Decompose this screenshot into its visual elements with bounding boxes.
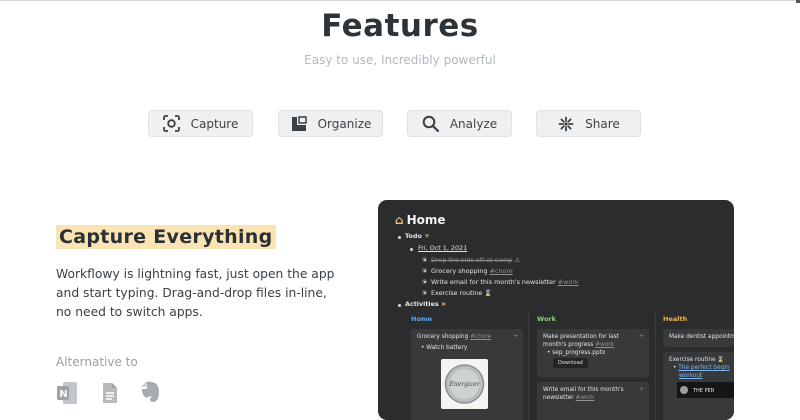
tab-organize-label: Organize xyxy=(317,116,372,131)
workout-link-continued[interactable]: workout xyxy=(679,373,702,379)
bullet[interactable] xyxy=(422,268,427,273)
board-card[interactable]: Make dentist appointm xyxy=(663,329,734,347)
tab-capture-label: Capture xyxy=(190,116,239,131)
tab-organize[interactable]: Organize xyxy=(278,110,383,137)
todo-item[interactable]: Write email for this month's newsletter … xyxy=(431,278,579,286)
bullet[interactable] xyxy=(422,279,427,284)
bullet[interactable] xyxy=(398,236,401,239)
plus-icon[interactable]: + xyxy=(639,333,644,341)
page-title: Features xyxy=(321,8,479,44)
feature-description: Workflowy is lightning fast, just open t… xyxy=(56,267,335,319)
google-docs-icon xyxy=(102,382,118,408)
plus-icon[interactable]: + xyxy=(513,333,518,341)
bullet[interactable] xyxy=(410,248,413,251)
workout-link[interactable]: The perfect begin xyxy=(678,365,729,371)
attachment[interactable]: • sep_progress.pptx xyxy=(543,349,643,357)
feature-heading: Capture Everything xyxy=(56,225,276,249)
tab-analyze-label: Analyze xyxy=(449,116,498,131)
home-icon: ⌂ xyxy=(395,213,404,227)
completed-bullet[interactable] xyxy=(422,257,427,262)
todo-item[interactable]: Grocery shopping #chore xyxy=(431,267,513,275)
tab-analyze[interactable]: Analyze xyxy=(407,110,512,137)
scrollbar-edge[interactable] xyxy=(796,0,800,3)
column-title: Health xyxy=(663,315,688,323)
sun-icon: ☀ xyxy=(424,232,430,240)
app-home-title: ⌂ Home xyxy=(395,213,446,227)
page-subtitle: Easy to use, Incredibly powerful xyxy=(304,53,496,67)
column-title: Home xyxy=(411,315,433,323)
hourglass-icon: ⌛ xyxy=(717,357,725,363)
onenote-icon: N xyxy=(56,380,78,410)
video-thumbnail[interactable]: THE PER xyxy=(677,382,734,398)
card-subitem[interactable]: • Watch battery xyxy=(417,344,517,352)
plus-icon[interactable]: + xyxy=(639,386,644,394)
warning-icon: ⚠ xyxy=(514,256,521,264)
tab-capture[interactable]: Capture xyxy=(148,110,253,137)
todo-item[interactable]: Drop the kids off at camp ⚠ xyxy=(431,256,520,264)
todo-item[interactable]: Exercise routine ⌛ xyxy=(431,289,492,297)
board-card[interactable]: + Write email for this month's newslette… xyxy=(537,382,649,420)
top-border xyxy=(0,0,800,1)
app-preview: ⌂ Home Todo ☀ Fri, Oct 1, 2021 Drop the k… xyxy=(378,200,734,420)
svg-text:Energizer: Energizer xyxy=(448,381,480,388)
board-card[interactable]: Exercise routine ⌛ • The perfect begin w… xyxy=(663,352,734,420)
battery-image[interactable]: Energizer xyxy=(441,359,488,409)
search-icon xyxy=(422,115,440,133)
running-icon: ➤ xyxy=(440,300,447,308)
tab-share-label: Share xyxy=(585,116,620,131)
activities-heading[interactable]: Activities ➤ xyxy=(405,300,446,308)
board-card[interactable]: + Make presentation for last month's pro… xyxy=(537,329,649,377)
svg-text:N: N xyxy=(59,389,67,400)
channel-avatar xyxy=(680,386,688,394)
todo-date[interactable]: Fri, Oct 1, 2021 xyxy=(418,244,467,252)
capture-icon xyxy=(163,115,181,133)
column-title: Work xyxy=(537,315,556,323)
alternatives-label: Alternative to xyxy=(56,355,138,369)
todo-heading[interactable]: Todo ☀ xyxy=(405,232,430,240)
bullet[interactable] xyxy=(398,304,401,307)
bullet[interactable] xyxy=(422,290,427,295)
download-button[interactable]: Download xyxy=(553,358,588,368)
tab-share[interactable]: Share xyxy=(536,110,641,137)
hourglass-icon: ⌛ xyxy=(484,289,493,297)
feature-tabs: Capture Organize Analyze Share xyxy=(148,110,648,138)
share-icon xyxy=(557,115,575,133)
organize-icon xyxy=(290,115,308,133)
